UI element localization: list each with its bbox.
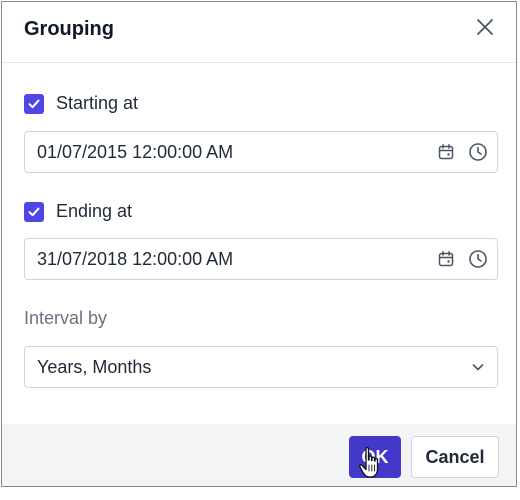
starting-at-checkbox[interactable]: [24, 93, 44, 114]
header-divider: [2, 62, 516, 63]
ending-at-checkbox-row[interactable]: Ending at: [24, 201, 132, 222]
checkmark-icon: [28, 99, 40, 108]
grouping-dialog: Grouping Starting at 01/07/2015 12:00:00…: [1, 1, 517, 487]
ok-button[interactable]: OK: [349, 436, 401, 478]
chevron-down-icon[interactable]: [467, 356, 489, 378]
ending-at-label: Ending at: [56, 201, 133, 221]
ending-at-field[interactable]: 31/07/2018 12:00:00 AM: [24, 238, 498, 280]
starting-at-checkbox-row[interactable]: Starting at: [24, 93, 138, 114]
starting-at-value[interactable]: 01/07/2015 12:00:00 AM: [25, 142, 435, 163]
ending-at-checkbox[interactable]: [24, 201, 44, 222]
calendar-icon[interactable]: [435, 141, 457, 163]
cancel-button[interactable]: Cancel: [411, 436, 499, 478]
interval-select-value[interactable]: Years, Months: [25, 357, 467, 378]
close-icon: [477, 19, 493, 35]
clock-icon[interactable]: [467, 141, 489, 163]
dialog-footer: OK Cancel: [2, 424, 516, 486]
interval-select[interactable]: Years, Months: [24, 346, 498, 388]
calendar-icon[interactable]: [435, 248, 457, 270]
interval-by-label: Interval by: [24, 308, 108, 328]
checkmark-icon: [28, 207, 40, 216]
close-button[interactable]: [472, 14, 498, 40]
starting-at-label: Starting at: [56, 93, 139, 113]
clock-icon[interactable]: [467, 248, 489, 270]
dialog-title: Grouping: [24, 18, 114, 40]
starting-at-field[interactable]: 01/07/2015 12:00:00 AM: [24, 131, 498, 173]
ending-at-value[interactable]: 31/07/2018 12:00:00 AM: [25, 249, 435, 270]
